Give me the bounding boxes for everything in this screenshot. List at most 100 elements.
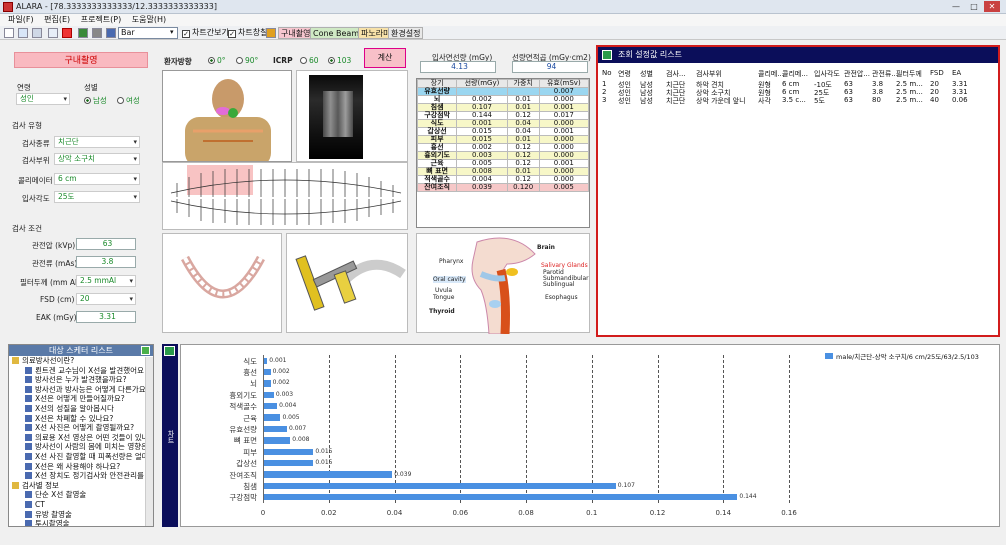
direction-90-radio[interactable]: 90° — [236, 56, 258, 65]
document-icon — [25, 395, 32, 403]
results-cell: 6 cm — [782, 88, 800, 96]
y-category-label: 식도 — [243, 356, 257, 366]
clear-icon[interactable] — [266, 28, 276, 38]
tree-item[interactable]: 검사별 정보 — [9, 481, 153, 491]
tree-item[interactable]: X선 장치도 정기검사와 안전관리를 하나 — [9, 471, 153, 481]
bar-value-label: 0.107 — [617, 481, 635, 489]
tree-item-label: 검사별 정보 — [22, 480, 59, 490]
settings-button[interactable]: 환경설정 — [388, 27, 424, 39]
maximize-button[interactable]: □ — [966, 1, 982, 12]
female-radio[interactable]: 여성 — [117, 95, 140, 106]
bar — [264, 471, 393, 478]
results-row[interactable]: 2 성인 남성 치근단 상악 소구치 원형 6 cm 25도 63 3.8 2.5 m... 20 3.… — [600, 88, 1000, 97]
bar — [264, 494, 738, 501]
icrp-103-radio[interactable]: 103 — [328, 56, 351, 65]
results-row[interactable]: 3 성인 남성 치근단 상악 가운데 앞니 사각 3.5 c... 5도 63 80 2.5 m..… — [600, 96, 1000, 105]
eak-label: EAK (mGy) — [36, 313, 77, 322]
results-col-header[interactable]: 입사각도 — [814, 69, 840, 79]
tree-item[interactable]: CT — [9, 500, 153, 510]
document-icon — [25, 510, 32, 518]
chart-view-checkbox[interactable]: ✓ 차트간보기 — [182, 28, 229, 38]
tree-item[interactable]: 의료방사선이란? — [9, 356, 153, 366]
angle-dropdown[interactable]: 25도 — [54, 191, 140, 203]
male-radio[interactable]: 남성 — [84, 95, 107, 106]
kvp-label: 관전압 (kVp) — [32, 241, 76, 250]
results-col-header[interactable]: 필터두께 — [896, 69, 922, 79]
tree-item[interactable]: X선 사진 촬영할 때 피폭선량은 얼마나 — [9, 452, 153, 462]
save-as-icon[interactable] — [48, 28, 58, 38]
save-icon[interactable] — [32, 28, 42, 38]
icrp-60-radio[interactable]: 60 — [300, 56, 319, 65]
menu-project[interactable]: 프로젝트(P) — [81, 14, 122, 26]
tongue-label: Tongue — [433, 294, 455, 301]
results-col-header[interactable]: 콜리메... — [782, 69, 808, 79]
results-cell: 1 — [602, 80, 607, 88]
menu-help[interactable]: 도움말(H) — [132, 14, 166, 26]
tree-item[interactable]: 단순 X선 촬영술 — [9, 490, 153, 500]
results-col-header[interactable]: 연령 — [618, 69, 631, 79]
results-row[interactable]: 1 성인 남성 치근단 하악 견치 원형 6 cm -10도 63 3.8 2.5 m... 20 3.… — [600, 80, 1000, 89]
tree-item[interactable]: X선의 성질을 알아봅시다 — [9, 404, 153, 414]
delete-icon[interactable] — [62, 28, 72, 38]
results-col-header[interactable]: 콜리메... — [758, 69, 784, 79]
menu-edit[interactable]: 편집(E) — [44, 14, 70, 26]
tree-item[interactable]: 투시촬영술 — [9, 519, 153, 526]
grid-line — [394, 355, 396, 503]
new-icon[interactable] — [4, 28, 14, 38]
anatomy-diagram: Brain Pharynx Salivary Glands Parotid Su… — [416, 233, 590, 335]
exam-kind-dropdown[interactable]: 치근단 — [54, 136, 140, 148]
tree-item[interactable]: 방사선은 누가 발견했을까요? — [9, 375, 153, 385]
results-col-header[interactable]: 관전압... — [844, 69, 870, 79]
document-icon — [25, 462, 32, 470]
tree-scrollbar[interactable] — [145, 357, 153, 526]
exam-site-dropdown[interactable]: 상악 소구치 — [54, 153, 140, 165]
collimator-dropdown[interactable]: 6 cm — [54, 173, 140, 185]
menu-file[interactable]: 파일(F) — [8, 14, 34, 26]
chart-side-strip: 차트 — [162, 344, 178, 527]
results-cell: 2.5 m... — [896, 80, 923, 88]
results-col-header[interactable]: EA — [952, 69, 961, 77]
fsd-dropdown[interactable]: 20 — [76, 293, 136, 305]
download-icon[interactable] — [141, 346, 150, 355]
open-icon[interactable] — [18, 28, 28, 38]
monitor-icon[interactable] — [106, 28, 116, 38]
bar-value-label: 0.003 — [275, 390, 294, 398]
results-col-header[interactable]: 검사부위 — [696, 69, 722, 79]
tree-item[interactable]: X선 사진은 어떻게 촬영될까요? — [9, 423, 153, 433]
tree-item[interactable]: X선은 어떻게 만들어질까요? — [9, 394, 153, 404]
eak-field: 3.31 — [76, 311, 136, 323]
direction-0-radio[interactable]: 0° — [208, 56, 226, 65]
minimize-button[interactable]: — — [948, 1, 964, 12]
results-col-header[interactable]: FSD — [930, 69, 944, 77]
calculate-button[interactable]: 계산 — [364, 48, 406, 68]
results-col-header[interactable]: No — [602, 69, 612, 77]
kvp-field[interactable]: 63 — [76, 238, 136, 250]
back-arrow-icon[interactable] — [602, 50, 612, 60]
tree-item[interactable]: X선은 차폐할 수 있나요? — [9, 414, 153, 424]
tree-item[interactable]: 뢴트겐 교수님이 X선을 발견했어요 — [9, 366, 153, 376]
results-col-header[interactable]: 검사... — [666, 69, 686, 79]
tree-item[interactable]: 방사선과 방사능은 어떻게 다른가요? — [9, 385, 153, 395]
filter-dropdown[interactable]: 2.5 mmAl — [76, 275, 136, 287]
phantom-image — [162, 70, 292, 162]
age-dropdown[interactable]: 성인 — [16, 93, 70, 105]
chart-type-combo[interactable]: Bar — [118, 27, 178, 39]
tree-item-label: 뢴트겐 교수님이 X선을 발견했어요 — [35, 365, 144, 375]
esophagus-label: Esophagus — [545, 294, 578, 301]
intraoral-button[interactable]: 구내촬영 — [278, 27, 314, 39]
results-col-header[interactable]: 성별 — [640, 69, 653, 79]
dose-table: 장기 선량(mGy) 가중치 유효(mSv) 유효선량 0.007 뇌 0.002 0.… — [416, 78, 590, 228]
results-col-header[interactable]: 관전류... — [872, 69, 898, 79]
tree-item[interactable]: 의료용 X선 영상은 어떤 것들이 있나요? — [9, 433, 153, 443]
print-icon[interactable] — [92, 28, 102, 38]
mas-field[interactable]: 3.8 — [76, 256, 136, 268]
excel-icon[interactable] — [78, 28, 88, 38]
tree-item[interactable]: 유방 촬영술 — [9, 510, 153, 520]
tree-item[interactable]: 방사선이 사람의 몸에 미치는 영향은? — [9, 442, 153, 452]
tree-item[interactable]: X선은 왜 사용해야 하나요? — [9, 462, 153, 472]
close-button[interactable]: ✕ — [984, 1, 1000, 12]
chart-window-checkbox[interactable]: ✓ 차트창칠 — [228, 28, 267, 38]
chart-toggle-icon[interactable] — [164, 346, 175, 356]
teeth-chart[interactable] — [162, 162, 408, 230]
y-category-label: 근육 — [243, 413, 257, 423]
